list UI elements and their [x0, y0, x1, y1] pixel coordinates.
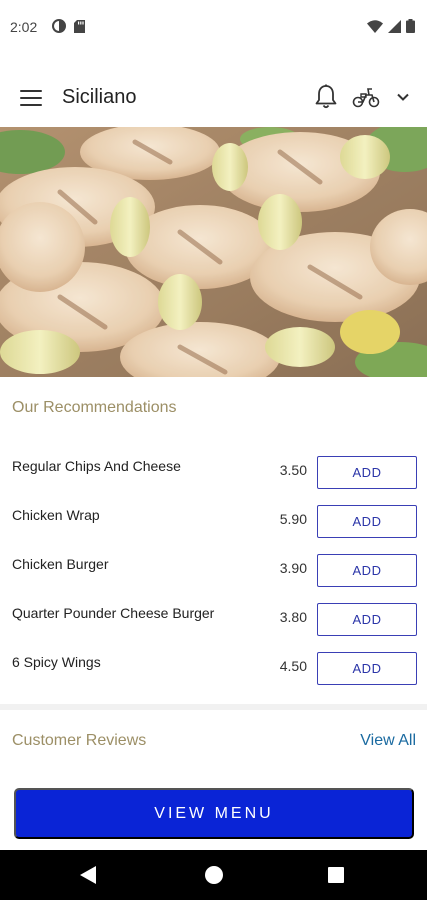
menu-icon[interactable]: [20, 88, 42, 108]
home-icon[interactable]: [205, 866, 223, 884]
hero-food-image: [0, 127, 427, 377]
item-price: 3.80: [279, 609, 307, 625]
view-menu-button[interactable]: VIEW MENU: [14, 788, 414, 839]
item-name: Chicken Burger: [12, 556, 109, 572]
chevron-down-icon: [397, 93, 409, 101]
wifi-icon: [367, 19, 383, 33]
status-time: 2:02: [10, 19, 38, 35]
item-price: 3.50: [279, 462, 307, 478]
add-button[interactable]: ADD: [317, 652, 417, 685]
status-bar: 2:02: [0, 0, 427, 56]
delivery-mode-selector[interactable]: [352, 84, 412, 110]
reviews-title: Customer Reviews: [12, 732, 147, 749]
item-price: 4.50: [279, 658, 307, 674]
item-name: 6 Spicy Wings: [12, 654, 101, 670]
section-divider: [0, 704, 427, 710]
back-icon[interactable]: [80, 866, 96, 884]
recent-apps-icon[interactable]: [328, 867, 344, 883]
sd-card-icon: [74, 19, 85, 33]
recommendations-title: Our Recommendations: [12, 399, 177, 416]
list-item: Regular Chips And Cheese 3.50 ADD: [0, 447, 427, 496]
chicken-skewers-illustration: [0, 127, 427, 377]
scooter-icon: [352, 88, 380, 108]
app-header: Siciliano: [0, 70, 427, 126]
add-button[interactable]: ADD: [317, 456, 417, 489]
item-name: Chicken Wrap: [12, 507, 100, 523]
app-title: Siciliano: [62, 86, 137, 108]
system-nav-bar: [0, 850, 427, 900]
status-icons-right: [367, 19, 415, 33]
item-name: Regular Chips And Cheese: [12, 458, 181, 474]
recommendations-list: Regular Chips And Cheese 3.50 ADD Chicke…: [0, 447, 427, 692]
view-all-reviews-link[interactable]: View All: [360, 732, 416, 750]
add-button[interactable]: ADD: [317, 603, 417, 636]
item-price: 5.90: [279, 511, 307, 527]
list-item: Quarter Pounder Cheese Burger 3.80 ADD: [0, 594, 427, 643]
add-button[interactable]: ADD: [317, 505, 417, 538]
item-name: Quarter Pounder Cheese Burger: [12, 605, 215, 621]
signal-icon: [388, 19, 401, 33]
add-button[interactable]: ADD: [317, 554, 417, 587]
item-price: 3.90: [279, 560, 307, 576]
data-saver-icon: [52, 19, 66, 33]
list-item: 6 Spicy Wings 4.50 ADD: [0, 643, 427, 692]
status-icons-left: [52, 19, 85, 33]
list-item: Chicken Wrap 5.90 ADD: [0, 496, 427, 545]
list-item: Chicken Burger 3.90 ADD: [0, 545, 427, 594]
bell-icon[interactable]: [314, 84, 338, 110]
battery-icon: [406, 19, 415, 33]
